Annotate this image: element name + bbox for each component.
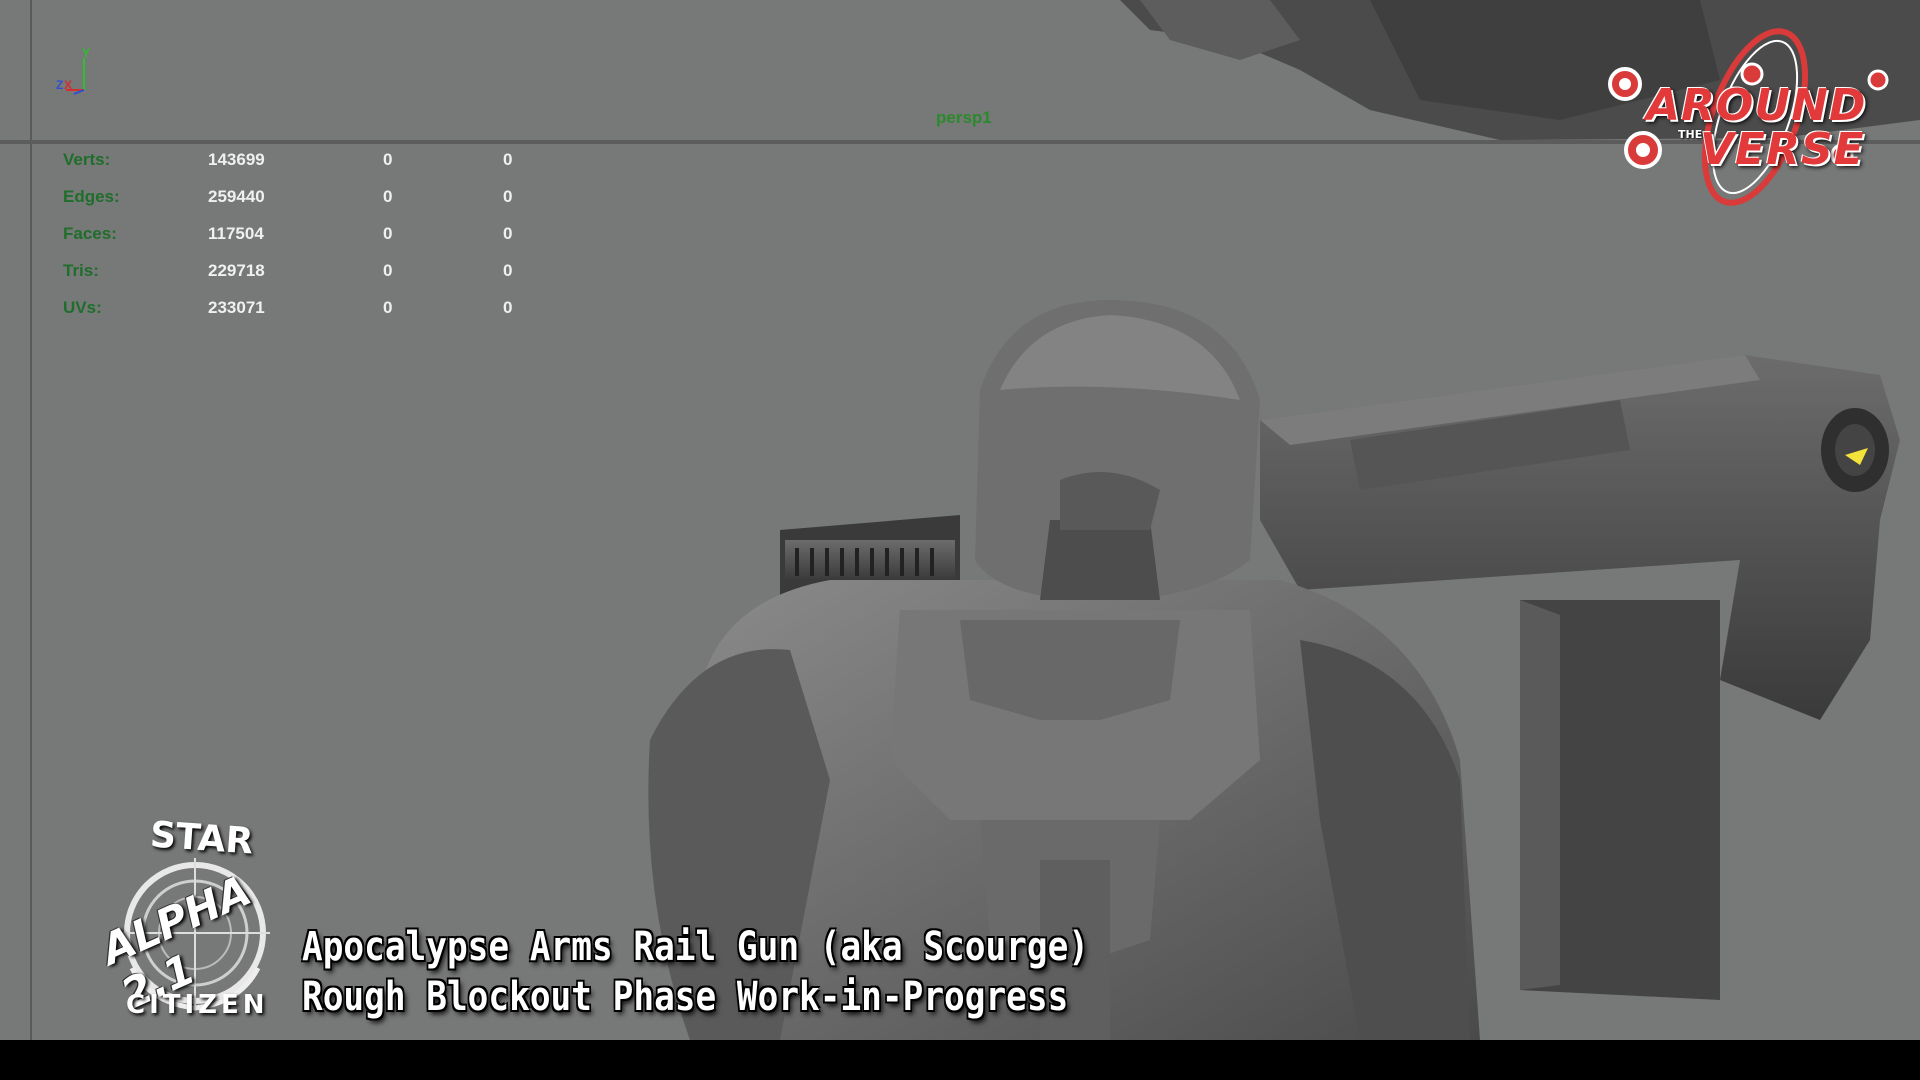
- atv-logo-word-2: VERSE: [1700, 124, 1865, 175]
- hud-label: Faces:: [63, 224, 117, 243]
- letterbox-bar: [0, 1040, 1920, 1080]
- hud-value-component: 0: [503, 224, 513, 243]
- camera-name-label: persp1: [936, 108, 992, 127]
- axis-x-label: X: [64, 78, 73, 92]
- hud-value-component: 0: [503, 187, 513, 206]
- hud-value-selected: 0: [383, 187, 393, 206]
- around-the-verse-logo: AROUND THE VERSE: [1600, 22, 1900, 212]
- maya-viewport[interactable]: Y Z X persp1 Verts: 143699 0 0 Edges: 25…: [0, 0, 1920, 1040]
- axis-z-label: Z: [56, 78, 64, 92]
- sc-logo-citizen: CITIZEN: [126, 990, 269, 1020]
- hud-value-selected: 0: [383, 261, 393, 280]
- atv-logo-the: THE: [1678, 128, 1703, 141]
- hud-value: 259440: [208, 187, 265, 206]
- hud-value-component: 0: [503, 261, 513, 280]
- viewport-divider-vertical[interactable]: [30, 0, 32, 1040]
- hud-value-selected: 0: [383, 150, 393, 169]
- axis-y-label: Y: [82, 46, 91, 60]
- hud-value: 229718: [208, 261, 265, 280]
- hud-value-component: 0: [503, 150, 513, 169]
- hud-value: 233071: [208, 298, 265, 317]
- hud-value: 117504: [208, 224, 264, 243]
- star-citizen-alpha-logo: STAR ALPHA 2.1 CITIZEN: [94, 814, 290, 1028]
- caption-subtitle: Rough Blockout Phase Work-in-Progress: [302, 974, 1069, 1020]
- hud-value-selected: 0: [383, 224, 393, 243]
- hud-label: Verts:: [63, 150, 111, 169]
- video-caption: Apocalypse Arms Rail Gun (aka Scourge) R…: [302, 922, 1217, 1022]
- hud-value: 143699: [208, 150, 265, 169]
- sc-logo-star: STAR: [148, 814, 255, 863]
- hud-label: UVs:: [63, 298, 102, 317]
- caption-title: Apocalypse Arms Rail Gun (aka Scourge): [302, 924, 1090, 970]
- hud-label: Edges:: [63, 187, 120, 206]
- hud-value-component: 0: [503, 298, 513, 317]
- axis-gizmo: Y Z X: [56, 46, 96, 96]
- hud-label: Tris:: [63, 261, 99, 280]
- hud-value-selected: 0: [383, 298, 393, 317]
